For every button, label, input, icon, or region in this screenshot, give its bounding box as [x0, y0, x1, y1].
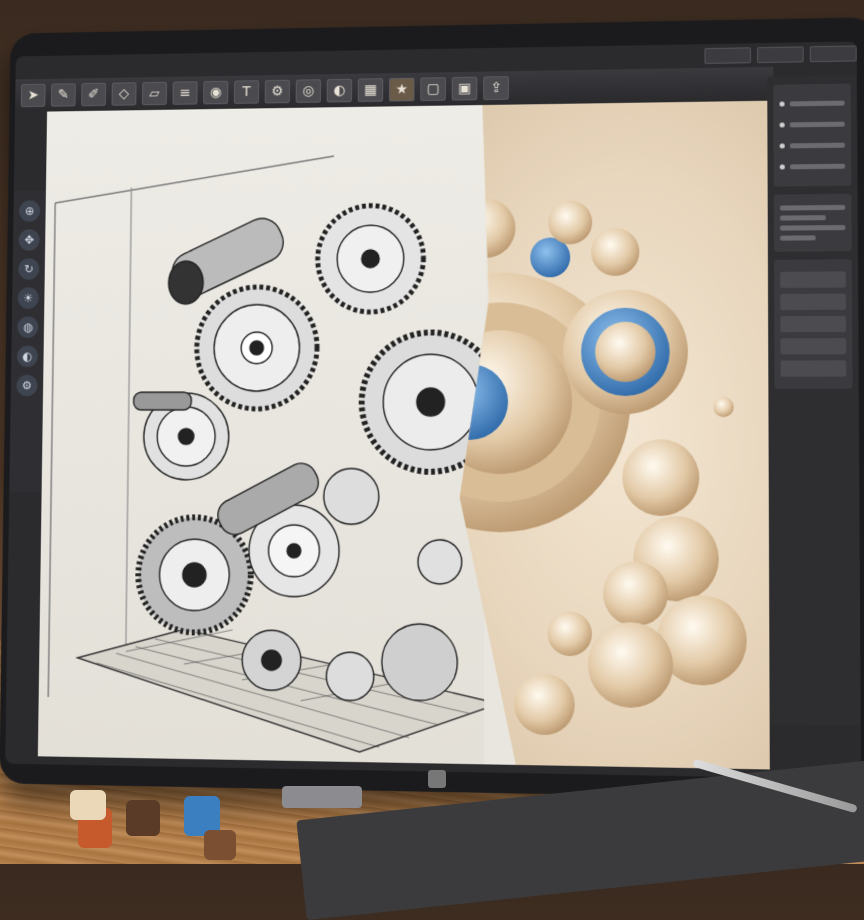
render-icon: ◐ — [333, 82, 346, 99]
window-button-2[interactable] — [756, 46, 804, 64]
camera-tool-button[interactable]: ◎ — [295, 79, 321, 103]
panel-button-3[interactable] — [780, 315, 847, 333]
move-icon: ✥ — [24, 233, 35, 247]
grid-tool-button[interactable]: ▦ — [357, 78, 384, 103]
app-screen: ➤ ✎ ✐ ◇ ▱ ≡ ◉ T ⚙ ◎ ◐ ▦ ★ ▢ ▣ ⇪ ⊕ ✥ ↻ ☀ ◍ ◐ ⚙ — [5, 41, 862, 780]
gear-icon: ⚙ — [271, 83, 284, 100]
panel-button-4[interactable] — [780, 338, 847, 355]
fill-tool-button[interactable]: ◉ — [203, 80, 229, 105]
panel-button-5[interactable] — [780, 360, 847, 377]
settings-icon: ⚙ — [21, 378, 33, 393]
paint-pot-cream — [70, 790, 106, 820]
fill-icon: ◉ — [209, 84, 222, 101]
brush-tool-button[interactable]: ✐ — [81, 82, 107, 107]
tablet-device: ➤ ✎ ✐ ◇ ▱ ≡ ◉ T ⚙ ◎ ◐ ▦ ★ ▢ ▣ ⇪ ⊕ ✥ ↻ ☀ ◍ ◐ ⚙ — [0, 17, 864, 801]
properties-panel — [773, 193, 852, 252]
zoom-button[interactable]: ⊕ — [19, 200, 41, 222]
image-icon: ▣ — [457, 80, 472, 97]
pen-icon: ✎ — [57, 87, 69, 103]
panel-button-2[interactable] — [780, 293, 846, 311]
export-tool-button[interactable]: ⇪ — [483, 76, 509, 101]
gear-tool-button[interactable]: ⚙ — [264, 79, 291, 104]
right-properties-panel — [767, 75, 861, 726]
metal-part — [282, 786, 362, 808]
layers-icon: ≡ — [179, 85, 191, 101]
layers-tool-button[interactable]: ≡ — [172, 81, 198, 105]
light-button[interactable]: ☀ — [17, 287, 39, 309]
material-button[interactable]: ◍ — [17, 316, 39, 338]
shape-icon: ◇ — [118, 86, 130, 102]
view-button[interactable]: ◐ — [16, 345, 39, 368]
export-icon: ⇪ — [490, 80, 502, 97]
pen-tool-button[interactable]: ✎ — [50, 83, 76, 107]
sketch-view — [37, 104, 487, 765]
window-button-3[interactable] — [809, 45, 857, 63]
brush-icon: ✐ — [87, 86, 100, 103]
frame-tool-button[interactable]: ▢ — [420, 77, 446, 102]
rotate-button[interactable]: ↻ — [18, 258, 40, 280]
settings-button[interactable]: ⚙ — [16, 374, 38, 397]
grid-icon: ▦ — [363, 82, 377, 99]
window-controls — [686, 41, 861, 68]
text-icon: T — [242, 84, 251, 100]
light-icon: ☀ — [23, 291, 34, 305]
panel-button-1[interactable] — [780, 271, 846, 288]
layers-panel — [773, 83, 852, 187]
star-icon: ★ — [395, 81, 408, 98]
move-button[interactable]: ✥ — [18, 229, 40, 251]
left-tool-column: ⊕ ✥ ↻ ☀ ◍ ◐ ⚙ — [9, 190, 46, 493]
image-tool-button[interactable]: ▣ — [451, 76, 478, 101]
eraser-tool-button[interactable]: ▱ — [141, 81, 168, 106]
eraser-icon: ▱ — [149, 85, 160, 102]
paint-pot-dark — [126, 800, 160, 836]
metal-part-small — [428, 770, 446, 788]
material-icon: ◍ — [22, 320, 33, 334]
gear-sketch-illustration — [38, 105, 487, 764]
text-tool-button[interactable]: T — [233, 80, 260, 104]
star-tool-button[interactable]: ★ — [388, 77, 415, 102]
frame-icon: ▢ — [426, 81, 440, 98]
render-tool-button[interactable]: ◐ — [326, 78, 353, 103]
window-button-1[interactable] — [704, 47, 751, 64]
drawing-canvas[interactable] — [37, 100, 770, 770]
material-panel — [774, 259, 853, 389]
zoom-icon: ⊕ — [24, 204, 35, 218]
shape-tool-button[interactable]: ◇ — [111, 82, 137, 106]
rotate-icon: ↻ — [23, 262, 34, 276]
view-icon: ◐ — [22, 349, 33, 364]
camera-icon: ◎ — [302, 83, 315, 99]
pointer-icon: ➤ — [27, 87, 39, 104]
select-tool-button[interactable]: ➤ — [20, 83, 46, 108]
paint-pot-brown — [204, 830, 236, 860]
